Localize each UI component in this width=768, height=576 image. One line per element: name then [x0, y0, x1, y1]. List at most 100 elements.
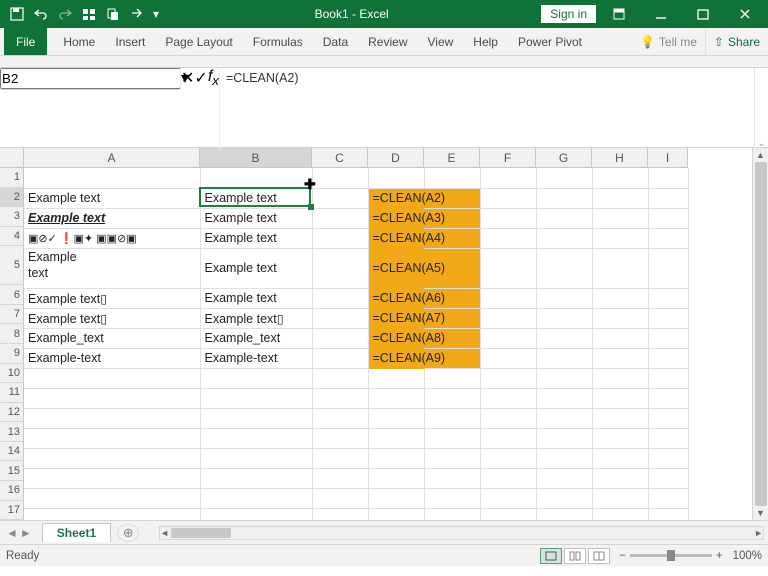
cell-A10[interactable]	[24, 368, 200, 388]
tab-help[interactable]: Help	[463, 28, 508, 55]
cell-F4[interactable]	[480, 228, 536, 248]
cell-F15[interactable]	[480, 468, 536, 488]
cell-G9[interactable]	[536, 348, 592, 368]
cell-B4[interactable]: Example text	[200, 228, 312, 248]
cell-B2[interactable]: Example text	[200, 188, 312, 208]
cell-H13[interactable]	[592, 428, 648, 448]
cell-E14[interactable]	[424, 448, 480, 468]
cell-H5[interactable]	[592, 248, 648, 288]
new-sheet-button[interactable]: ⊕	[117, 524, 139, 542]
tell-me-button[interactable]: 💡Tell me	[632, 28, 705, 55]
cell-C3[interactable]	[312, 208, 368, 228]
minimize-button[interactable]	[642, 0, 680, 28]
cell-H8[interactable]	[592, 328, 648, 348]
name-box[interactable]	[0, 68, 181, 89]
scroll-left-arrow[interactable]: ◄	[160, 528, 169, 538]
cell-B11[interactable]	[200, 388, 312, 408]
cell-F3[interactable]	[480, 208, 536, 228]
cell-D7[interactable]: =CLEAN(A7)	[368, 308, 424, 328]
cell-C4[interactable]	[312, 228, 368, 248]
close-button[interactable]	[726, 0, 764, 28]
cell-D4[interactable]: =CLEAN(A4)	[368, 228, 424, 248]
row-header-13[interactable]: 13	[0, 422, 24, 442]
cell-A16[interactable]	[24, 488, 200, 508]
cell-H3[interactable]	[592, 208, 648, 228]
row-header-10[interactable]: 10	[0, 364, 24, 384]
save-button[interactable]	[6, 3, 28, 25]
cell-I9[interactable]	[648, 348, 688, 368]
cell-B13[interactable]	[200, 428, 312, 448]
cell-F9[interactable]	[480, 348, 536, 368]
row-header-7[interactable]: 7	[0, 305, 24, 325]
scroll-down-arrow[interactable]: ▼	[756, 508, 765, 518]
enter-formula-button[interactable]: ✓	[194, 68, 207, 90]
cell-D10[interactable]	[368, 368, 424, 388]
cell-G7[interactable]	[536, 308, 592, 328]
formula-bar-expand[interactable]: ⌄	[754, 68, 768, 151]
cell-D13[interactable]	[368, 428, 424, 448]
cell-A1[interactable]	[24, 168, 200, 188]
cell-F6[interactable]	[480, 288, 536, 308]
cell-G14[interactable]	[536, 448, 592, 468]
row-header-1[interactable]: 1	[0, 168, 24, 188]
column-header-E[interactable]: E	[424, 148, 480, 168]
cell-H9[interactable]	[592, 348, 648, 368]
scroll-up-arrow[interactable]: ▲	[756, 150, 765, 160]
ribbon-display-options-button[interactable]	[600, 0, 638, 28]
redo-button[interactable]	[54, 3, 76, 25]
cell-G12[interactable]	[536, 408, 592, 428]
tab-insert[interactable]: Insert	[105, 28, 155, 55]
cell-G16[interactable]	[536, 488, 592, 508]
cell-I15[interactable]	[648, 468, 688, 488]
row-header-14[interactable]: 14	[0, 442, 24, 462]
cell-I1[interactable]	[648, 168, 688, 188]
cell-F10[interactable]	[480, 368, 536, 388]
row-header-12[interactable]: 12	[0, 403, 24, 423]
qat-button-1[interactable]	[78, 3, 100, 25]
cell-I8[interactable]	[648, 328, 688, 348]
cell-D12[interactable]	[368, 408, 424, 428]
cell-F11[interactable]	[480, 388, 536, 408]
cell-F7[interactable]	[480, 308, 536, 328]
tab-power-pivot[interactable]: Power Pivot	[508, 28, 592, 55]
sheet-nav-next[interactable]: ►	[20, 526, 32, 540]
qat-button-2[interactable]	[102, 3, 124, 25]
zoom-out-button[interactable]: −	[619, 550, 626, 562]
column-header-B[interactable]: B	[200, 148, 312, 168]
cell-grid[interactable]: Example textExample text=CLEAN(A2)Exampl…	[24, 168, 689, 520]
cell-H1[interactable]	[592, 168, 648, 188]
cell-I2[interactable]	[648, 188, 688, 208]
cell-B16[interactable]	[200, 488, 312, 508]
tab-home[interactable]: Home	[53, 28, 105, 55]
cell-D8[interactable]: =CLEAN(A8)	[368, 328, 424, 348]
cell-G10[interactable]	[536, 368, 592, 388]
cell-F13[interactable]	[480, 428, 536, 448]
cell-A13[interactable]	[24, 428, 200, 448]
cell-I11[interactable]	[648, 388, 688, 408]
maximize-button[interactable]	[684, 0, 722, 28]
cell-F12[interactable]	[480, 408, 536, 428]
cell-G13[interactable]	[536, 428, 592, 448]
cell-E12[interactable]	[424, 408, 480, 428]
column-header-I[interactable]: I	[648, 148, 688, 168]
column-header-A[interactable]: A	[24, 148, 200, 168]
cell-E11[interactable]	[424, 388, 480, 408]
cell-D14[interactable]	[368, 448, 424, 468]
cell-D2[interactable]: =CLEAN(A2)	[368, 188, 424, 208]
cell-I4[interactable]	[648, 228, 688, 248]
cell-E15[interactable]	[424, 468, 480, 488]
cell-C17[interactable]	[312, 508, 368, 520]
column-header-G[interactable]: G	[536, 148, 592, 168]
vertical-scroll-thumb[interactable]	[755, 162, 767, 506]
row-header-11[interactable]: 11	[0, 383, 24, 403]
column-header-F[interactable]: F	[480, 148, 536, 168]
cell-H6[interactable]	[592, 288, 648, 308]
cell-F8[interactable]	[480, 328, 536, 348]
cell-G8[interactable]	[536, 328, 592, 348]
qat-customize-button[interactable]: ▾	[150, 3, 162, 25]
row-header-17[interactable]: 17	[0, 501, 24, 520]
share-button[interactable]: ⇧Share	[705, 28, 768, 55]
cell-I5[interactable]	[648, 248, 688, 288]
cell-I3[interactable]	[648, 208, 688, 228]
cell-H4[interactable]	[592, 228, 648, 248]
